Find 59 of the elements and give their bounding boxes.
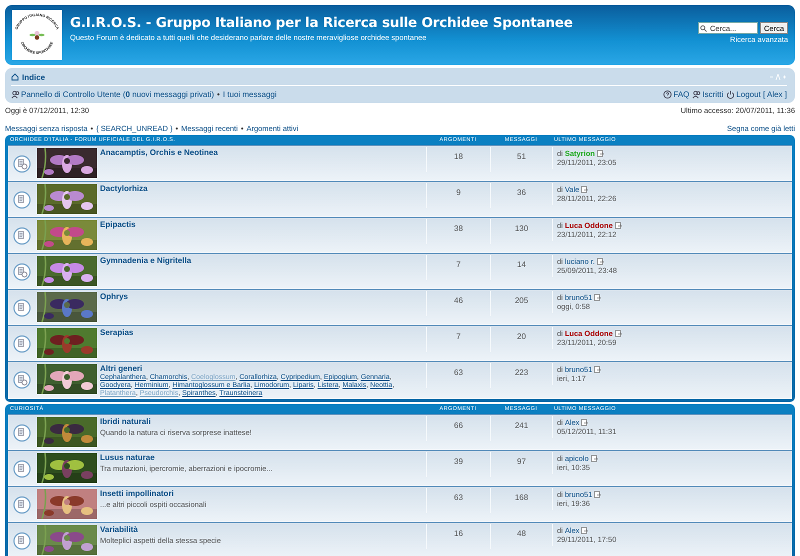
view-post-icon[interactable] — [590, 455, 598, 462]
view-post-icon[interactable] — [596, 150, 604, 157]
forum-title[interactable]: Ibridi naturali — [100, 417, 252, 427]
nav-link[interactable]: Logout [ Alex ] — [726, 90, 787, 98]
forum-title[interactable]: Gymnadenia e Nigritella — [100, 256, 192, 266]
forum-title[interactable]: Anacamptis, Orchis e Neotinea — [100, 148, 218, 158]
topics-count: 7 — [426, 255, 490, 280]
view-post-icon[interactable] — [596, 258, 604, 265]
nav-link[interactable]: FAQ — [663, 90, 690, 98]
topics-count: 66 — [426, 416, 490, 441]
posts-count: 130 — [490, 219, 552, 244]
view-post-icon[interactable] — [594, 491, 602, 498]
nav-link[interactable]: Iscritti — [692, 90, 724, 98]
view-post-icon[interactable] — [614, 222, 622, 229]
topics-count: 16 — [426, 524, 490, 549]
topics-count: 9 — [426, 183, 490, 208]
forum-title[interactable]: Altri generi — [100, 364, 426, 374]
view-post-icon[interactable] — [581, 186, 588, 193]
topics-count: 46 — [426, 291, 490, 316]
breadcrumb-link[interactable]: Indice — [22, 72, 46, 82]
users-icon — [11, 90, 20, 98]
orchid-icon — [30, 31, 44, 40]
posts-count: 36 — [490, 183, 552, 208]
my-posts-link[interactable]: I tuoi messaggi — [222, 90, 277, 98]
view-post-icon[interactable] — [594, 294, 602, 301]
users-icon — [692, 90, 702, 98]
topics-count: 63 — [426, 363, 490, 388]
user-panel-link[interactable]: Pannello di Controllo Utente (0 nuovi messaggi privati) — [11, 90, 214, 98]
topics-count: 7 — [426, 327, 490, 352]
view-post-icon[interactable] — [614, 330, 622, 337]
posts-count: 97 — [490, 452, 552, 477]
search-icon — [700, 25, 707, 32]
posts-count: 241 — [490, 416, 552, 441]
forum-title[interactable]: Variabilità — [100, 525, 221, 535]
posts-count: 205 — [490, 291, 552, 316]
view-post-icon[interactable] — [594, 366, 602, 373]
posts-count: 14 — [490, 255, 552, 280]
site-title: G.I.R.O.S. - Gruppo Italiano per la Ricerca sulle Orchidee Spontanee — [70, 15, 574, 31]
view-post-icon[interactable] — [581, 419, 588, 426]
forum-title[interactable]: Lusus naturae — [100, 453, 273, 463]
posts-count: 20 — [490, 327, 552, 352]
forum-title[interactable]: Serapias — [100, 328, 134, 338]
topics-count: 63 — [426, 488, 490, 513]
separator: • — [217, 90, 220, 98]
power-icon — [726, 90, 736, 98]
posts-count: 48 — [490, 524, 552, 549]
topics-count: 38 — [426, 219, 490, 244]
topics-count: 39 — [426, 452, 490, 477]
home-icon — [11, 73, 19, 81]
posts-count: 223 — [490, 363, 552, 388]
forum-title[interactable]: Dactylorhiza — [100, 184, 148, 194]
view-post-icon[interactable] — [581, 527, 588, 534]
topics-count: 18 — [426, 147, 490, 172]
forum-title[interactable]: Insetti impollinatori — [100, 489, 206, 499]
question-icon — [663, 90, 672, 98]
forum-title[interactable]: Ophrys — [100, 292, 128, 302]
posts-count: 51 — [490, 147, 552, 172]
forum-title[interactable]: Epipactis — [100, 220, 136, 230]
posts-count: 168 — [490, 488, 552, 513]
